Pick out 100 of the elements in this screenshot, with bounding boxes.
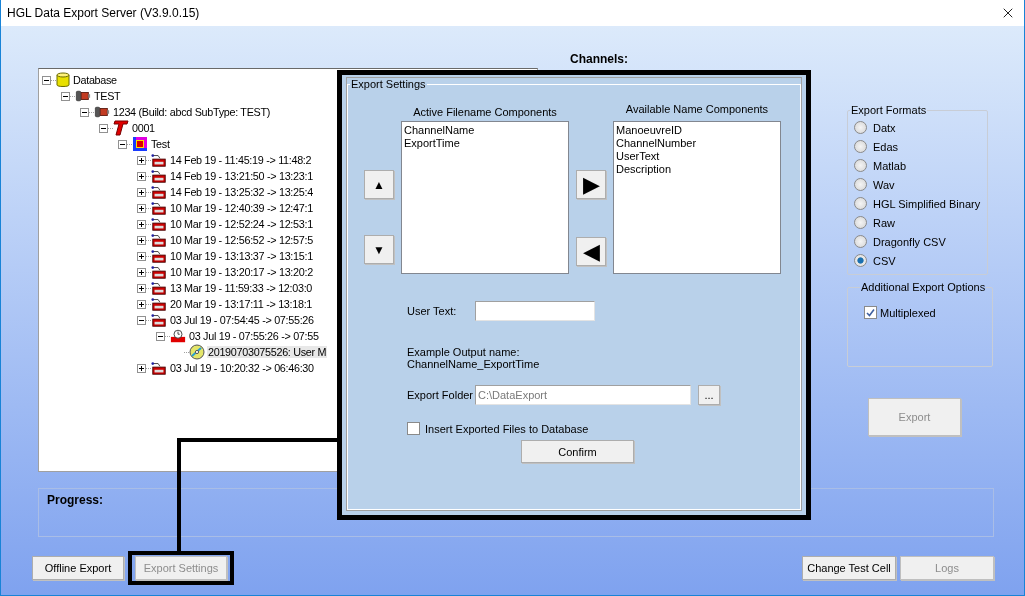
radio-button[interactable] xyxy=(854,197,867,210)
recorder-icon xyxy=(151,200,167,216)
radio-button[interactable] xyxy=(854,235,867,248)
collapse-icon[interactable] xyxy=(80,107,89,117)
t-shape-icon xyxy=(113,120,129,136)
tree-item[interactable]: 10 Mar 19 - 12:56:52 -> 12:57:5 xyxy=(169,234,314,246)
confirm-button[interactable]: Confirm xyxy=(521,440,634,463)
recorder-icon xyxy=(151,280,167,296)
radio-label: Wav xyxy=(873,178,895,191)
move-down-button[interactable]: ▼ xyxy=(364,235,394,264)
recorder-icon xyxy=(151,184,167,200)
radio-label: CSV xyxy=(873,254,896,267)
collapse-icon[interactable] xyxy=(42,75,51,85)
tree-item[interactable]: TEST xyxy=(93,90,122,102)
user-text-field[interactable] xyxy=(475,301,595,321)
list-item[interactable]: Description xyxy=(616,163,778,176)
move-up-button[interactable]: ▲ xyxy=(364,170,394,199)
radio-button[interactable] xyxy=(854,216,867,229)
checkbox[interactable] xyxy=(864,306,877,319)
list-item[interactable]: ExportTime xyxy=(404,137,566,150)
expand-icon[interactable] xyxy=(137,171,146,181)
group-title: Export Formats xyxy=(850,104,928,116)
tree-item[interactable]: 20190703075526: User M xyxy=(207,346,328,358)
tree-item[interactable]: Database xyxy=(72,74,118,86)
action-button[interactable]: Offline Export xyxy=(32,556,124,580)
list-item[interactable]: ChannelNumber xyxy=(616,137,778,150)
tree-item[interactable]: 03 Jul 19 - 07:54:45 -> 07:55:26 xyxy=(169,314,315,326)
radio-label: HGL Simplified Binary xyxy=(873,197,981,210)
engine-icon xyxy=(94,104,110,120)
tree-item[interactable]: 10 Mar 19 - 12:40:39 -> 12:47:1 xyxy=(169,202,314,214)
window-title: HGL Data Export Server (V3.9.0.15) xyxy=(7,6,200,20)
add-button[interactable]: ▶ xyxy=(576,170,606,199)
remove-button[interactable]: ◀ xyxy=(576,237,606,266)
recorder-icon xyxy=(151,248,167,264)
checkbox-label: Insert Exported Files to Database xyxy=(425,422,589,435)
collapse-icon[interactable] xyxy=(137,315,146,325)
recorder-icon xyxy=(151,296,167,312)
radio-button[interactable] xyxy=(854,159,867,172)
action-button[interactable]: Change Test Cell xyxy=(802,556,896,580)
tree-item[interactable]: 1234 (Build: abcd SubType: TEST) xyxy=(112,106,272,118)
tree-item[interactable]: 20 Mar 19 - 13:17:11 -> 13:18:1 xyxy=(169,298,314,310)
radio-button[interactable] xyxy=(854,121,867,134)
squares-icon xyxy=(132,136,148,152)
expand-icon[interactable] xyxy=(137,363,146,373)
browse-button[interactable]: ... xyxy=(698,385,720,405)
tree-item[interactable]: 14 Feb 19 - 11:45:19 -> 11:48:2 xyxy=(169,154,313,166)
example-value: ChannelName_ExportTime xyxy=(407,358,541,370)
expand-icon[interactable] xyxy=(137,235,146,245)
group-title: Export Settings xyxy=(350,78,427,90)
recorder-icon xyxy=(151,232,167,248)
expand-icon[interactable] xyxy=(137,219,146,229)
group-title: Additional Export Options xyxy=(860,281,987,293)
tree-item[interactable]: 10 Mar 19 - 13:20:17 -> 13:20:2 xyxy=(169,266,314,278)
tree-item[interactable]: 14 Feb 19 - 13:25:32 -> 13:25:4 xyxy=(169,186,314,198)
checkbox-label: Multiplexed xyxy=(880,306,936,319)
list-heading: Available Name Components xyxy=(625,103,769,115)
expand-icon[interactable] xyxy=(137,155,146,165)
expand-icon[interactable] xyxy=(137,267,146,277)
tree-item[interactable]: 0001 xyxy=(131,122,156,134)
recorder-icon xyxy=(151,152,167,168)
recorder-icon xyxy=(151,360,167,376)
collapse-icon[interactable] xyxy=(156,331,165,341)
collapse-icon[interactable] xyxy=(61,91,70,101)
radio-button[interactable] xyxy=(854,178,867,191)
disc-icon xyxy=(189,344,205,360)
progress-label: Progress: xyxy=(47,493,104,507)
tree-item[interactable]: Test xyxy=(150,138,171,150)
tree-item[interactable]: 03 Jul 19 - 10:20:32 -> 06:46:30 xyxy=(169,362,315,374)
engine-icon xyxy=(75,88,91,104)
expand-icon[interactable] xyxy=(137,203,146,213)
collapse-icon[interactable] xyxy=(118,139,127,149)
radio-label: Raw xyxy=(873,216,895,229)
tree-item[interactable]: 03 Jul 19 - 07:55:26 -> 07:55 xyxy=(188,330,320,342)
radio-button[interactable] xyxy=(854,254,867,267)
clock-icon xyxy=(170,328,186,344)
list-item[interactable]: ChannelName xyxy=(404,124,566,137)
field-label: User Text: xyxy=(407,305,458,317)
field-label: Export Folder xyxy=(407,389,475,401)
channels-label: Channels: xyxy=(570,52,628,66)
database-icon xyxy=(56,72,70,88)
expand-icon[interactable] xyxy=(137,283,146,293)
example-label: Example Output name: xyxy=(407,346,521,358)
tree-item[interactable]: 10 Mar 19 - 12:52:24 -> 12:53:1 xyxy=(169,218,314,230)
recorder-icon xyxy=(151,264,167,280)
recorder-icon xyxy=(151,312,167,328)
checkbox[interactable] xyxy=(407,422,420,435)
tree-item[interactable]: 13 Mar 19 - 11:59:33 -> 12:03:0 xyxy=(169,282,314,294)
radio-label: Matlab xyxy=(873,159,907,172)
radio-button[interactable] xyxy=(854,140,867,153)
expand-icon[interactable] xyxy=(137,299,146,309)
tree-item[interactable]: 10 Mar 19 - 13:13:37 -> 13:15:1 xyxy=(169,250,314,262)
expand-icon[interactable] xyxy=(137,251,146,261)
list-item[interactable]: UserText xyxy=(616,150,778,163)
radio-label: Datx xyxy=(873,121,896,134)
radio-label: Dragonfly CSV xyxy=(873,235,946,248)
tree-item[interactable]: 14 Feb 19 - 13:21:50 -> 13:23:1 xyxy=(169,170,314,182)
collapse-icon[interactable] xyxy=(99,123,108,133)
list-heading: Active Filename Components xyxy=(413,106,557,118)
list-item[interactable]: ManoeuvreID xyxy=(616,124,778,137)
expand-icon[interactable] xyxy=(137,187,146,197)
